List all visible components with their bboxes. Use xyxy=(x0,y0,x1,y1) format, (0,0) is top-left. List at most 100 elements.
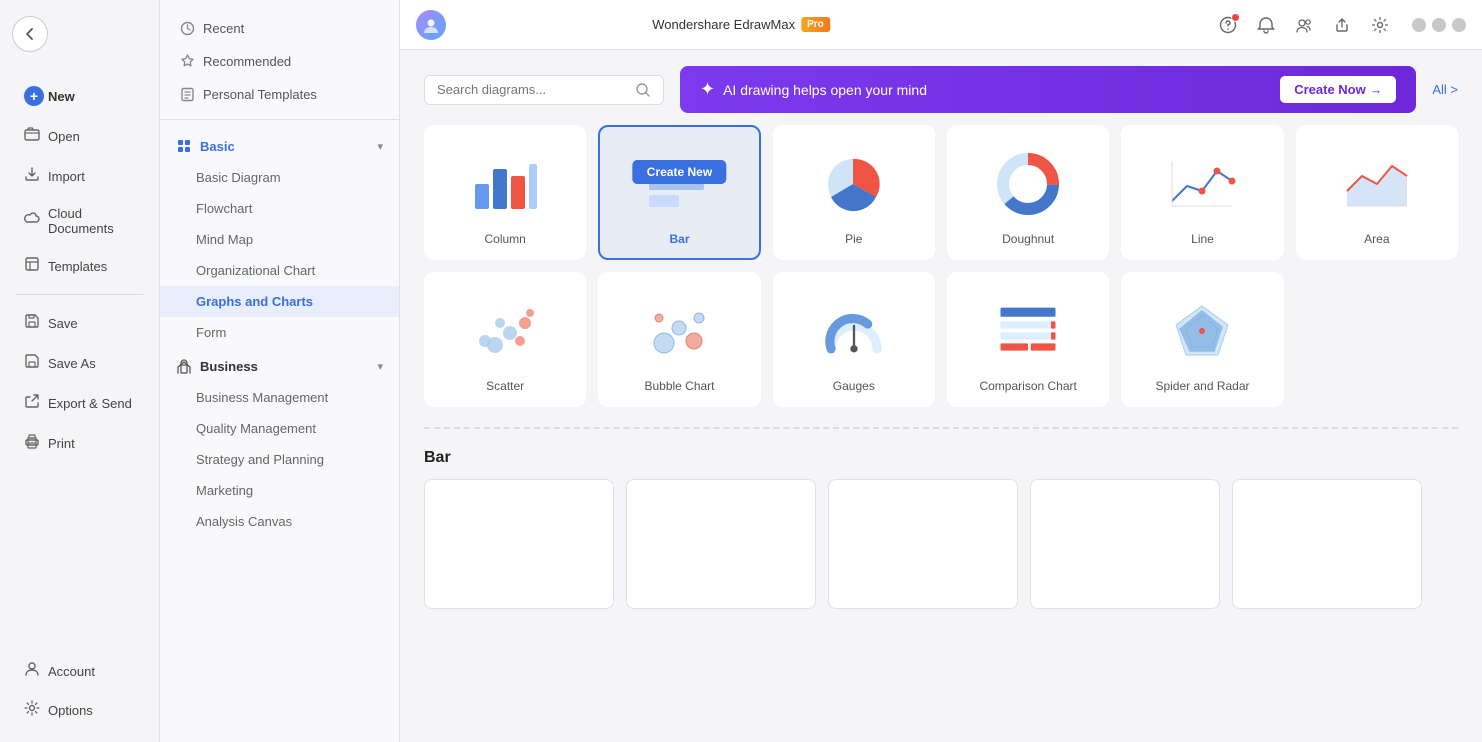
maximize-button[interactable]: □ xyxy=(1432,18,1446,32)
sec-sub-mind-map[interactable]: Mind Map xyxy=(160,224,399,255)
chart-card-scatter[interactable]: Scatter xyxy=(424,272,586,407)
search-input[interactable] xyxy=(437,82,627,97)
top-bar-right: — □ × xyxy=(1214,11,1466,39)
new-button[interactable]: + New xyxy=(8,77,151,115)
doughnut-label: Doughnut xyxy=(1002,232,1054,246)
grid-area: Column Create New Bar xyxy=(400,125,1482,742)
chart-card-line[interactable]: Line xyxy=(1121,125,1283,260)
templates-label: Templates xyxy=(48,259,107,274)
secondary-sidebar: Recent Recommended Personal Templates xyxy=(160,0,400,742)
chart-card-bar[interactable]: Create New Bar xyxy=(598,125,760,260)
chart-card-bubble[interactable]: Bubble Chart xyxy=(598,272,760,407)
print-label: Print xyxy=(48,436,75,451)
sec-nav-recent[interactable]: Recent xyxy=(160,12,399,45)
sidebar-item-account[interactable]: Account xyxy=(8,652,151,690)
sidebar-item-cloud[interactable]: Cloud Documents xyxy=(8,197,151,245)
comparison-chart-img xyxy=(961,290,1095,371)
ai-banner[interactable]: ✦ AI drawing helps open your mind Create… xyxy=(680,66,1416,113)
sidebar-item-save[interactable]: Save xyxy=(8,304,151,342)
search-icon xyxy=(635,82,651,98)
bar-template-1[interactable] xyxy=(424,479,614,609)
chart-card-gauges[interactable]: Gauges xyxy=(773,272,935,407)
settings-button[interactable] xyxy=(1366,11,1394,39)
notification-button[interactable] xyxy=(1252,11,1280,39)
gauges-chart-img xyxy=(787,290,921,371)
chart-card-spider[interactable]: Spider and Radar xyxy=(1121,272,1283,407)
all-link[interactable]: All > xyxy=(1432,82,1458,97)
sec-sub-form[interactable]: Form xyxy=(160,317,399,348)
sec-sub-flowchart[interactable]: Flowchart xyxy=(160,193,399,224)
bar-template-3[interactable] xyxy=(828,479,1018,609)
back-button[interactable] xyxy=(12,16,48,52)
sec-nav-personal[interactable]: Personal Templates xyxy=(160,78,399,111)
ai-banner-text: ✦ AI drawing helps open your mind xyxy=(700,79,927,100)
left-sidebar-top xyxy=(0,0,159,68)
top-bar-left xyxy=(416,10,446,40)
search-banner-row: ✦ AI drawing helps open your mind Create… xyxy=(400,50,1482,125)
close-button[interactable]: × xyxy=(1452,18,1466,32)
users-button[interactable] xyxy=(1290,11,1318,39)
bubble-chart-img xyxy=(612,290,746,371)
cloud-icon xyxy=(24,211,40,231)
area-chart-img xyxy=(1310,143,1444,224)
recommended-icon xyxy=(180,54,195,69)
chart-card-doughnut[interactable]: Doughnut xyxy=(947,125,1109,260)
chart-card-area[interactable]: Area xyxy=(1296,125,1458,260)
help-button[interactable] xyxy=(1214,11,1242,39)
bar-template-4[interactable] xyxy=(1030,479,1220,609)
app-title-text: Wondershare EdrawMax xyxy=(652,17,795,32)
create-now-label: Create Now → xyxy=(1294,82,1382,97)
bubble-label: Bubble Chart xyxy=(644,379,714,393)
sec-sub-graphs-charts[interactable]: Graphs and Charts xyxy=(160,286,399,317)
basic-section-label: Basic xyxy=(176,138,235,154)
sec-sub-marketing[interactable]: Marketing xyxy=(160,475,399,506)
create-now-button[interactable]: Create Now → xyxy=(1280,76,1396,103)
minimize-button[interactable]: — xyxy=(1412,18,1426,32)
basic-subitems: Basic Diagram Flowchart Mind Map Organiz… xyxy=(160,162,399,348)
sidebar-item-import[interactable]: Import xyxy=(8,157,151,195)
bar-chart-img: Create New xyxy=(612,143,746,224)
area-label: Area xyxy=(1364,232,1389,246)
ai-banner-label: AI drawing helps open your mind xyxy=(723,82,927,98)
search-box xyxy=(424,75,664,105)
options-label: Options xyxy=(48,703,93,718)
sec-sub-business-mgmt[interactable]: Business Management xyxy=(160,382,399,413)
sidebar-item-export[interactable]: Export & Send xyxy=(8,384,151,422)
basic-chevron: ▾ xyxy=(377,140,383,153)
recommended-label: Recommended xyxy=(203,54,291,69)
chart-card-pie[interactable]: Pie xyxy=(773,125,935,260)
sidebar-item-open[interactable]: Open xyxy=(8,117,151,155)
basic-section-header[interactable]: Basic ▾ xyxy=(160,128,399,162)
new-label: New xyxy=(48,89,75,104)
sec-sub-org-chart[interactable]: Organizational Chart xyxy=(160,255,399,286)
sec-sub-analysis[interactable]: Analysis Canvas xyxy=(160,506,399,537)
sec-sub-basic-diagram[interactable]: Basic Diagram xyxy=(160,162,399,193)
personal-label: Personal Templates xyxy=(203,87,317,102)
app-title: Wondershare EdrawMax Pro xyxy=(652,17,830,32)
sidebar-item-print[interactable]: Print xyxy=(8,424,151,462)
spider-chart-img xyxy=(1135,290,1269,371)
business-label: Business xyxy=(200,359,258,374)
export-icon xyxy=(24,393,40,413)
sec-sub-quality-mgmt[interactable]: Quality Management xyxy=(160,413,399,444)
bar-section-title: Bar xyxy=(424,449,1458,467)
sidebar-item-options[interactable]: Options xyxy=(8,691,151,729)
bar-template-5[interactable] xyxy=(1232,479,1422,609)
account-icon xyxy=(24,661,40,681)
chart-card-comparison[interactable]: Comparison Chart xyxy=(947,272,1109,407)
sidebar-item-templates[interactable]: Templates xyxy=(8,247,151,285)
business-section-header[interactable]: Business ▾ xyxy=(160,348,399,382)
recent-icon xyxy=(180,21,195,36)
recent-label: Recent xyxy=(203,21,244,36)
sec-nav-recommended[interactable]: Recommended xyxy=(160,45,399,78)
spider-label: Spider and Radar xyxy=(1155,379,1249,393)
window-controls: — □ × xyxy=(1412,18,1466,32)
new-plus-icon: + xyxy=(24,86,44,106)
bar-template-2[interactable] xyxy=(626,479,816,609)
left-nav: + New Open Import xyxy=(0,68,159,643)
sidebar-item-saveas[interactable]: Save As xyxy=(8,344,151,382)
avatar[interactable] xyxy=(416,10,446,40)
share-button[interactable] xyxy=(1328,11,1356,39)
sec-sub-strategy[interactable]: Strategy and Planning xyxy=(160,444,399,475)
chart-card-column[interactable]: Column xyxy=(424,125,586,260)
